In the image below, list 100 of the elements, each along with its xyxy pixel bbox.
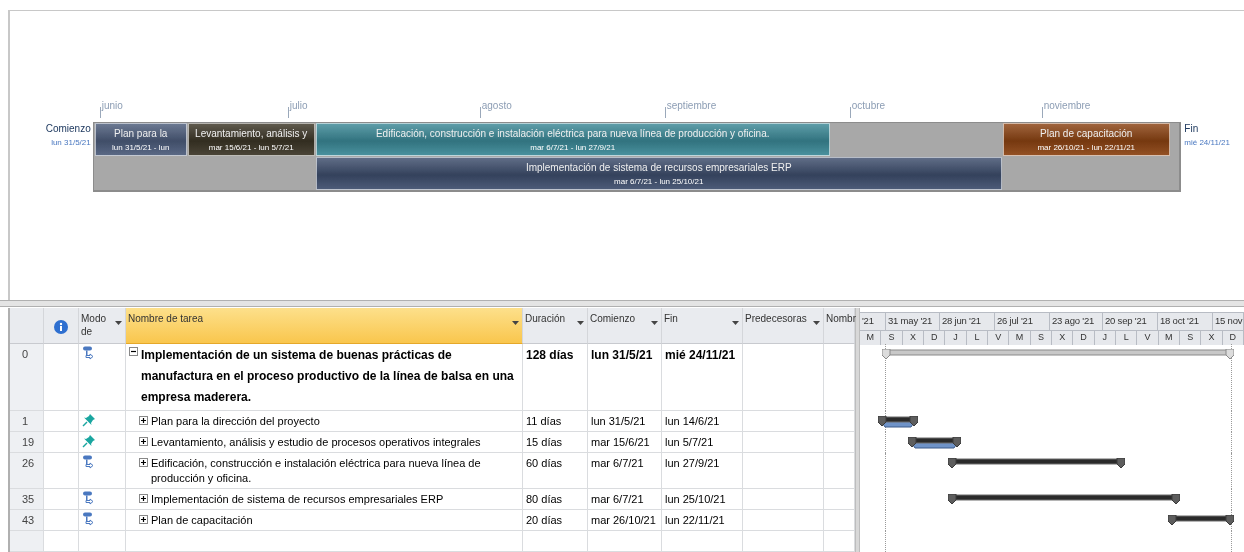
bar-dates: lun 31/5/21 - lun <box>112 142 170 152</box>
column-header[interactable]: Fin <box>662 308 743 344</box>
timescale-label: J <box>945 331 967 345</box>
splitter[interactable] <box>855 308 860 344</box>
bar-dates: mar 6/7/21 - lun 25/10/21 <box>614 176 704 186</box>
task-mode-icon <box>82 455 94 469</box>
timescale-label: D <box>1222 331 1244 345</box>
month-label: agosto <box>481 100 512 111</box>
bar-title: Edificación, construcción e instalación eléctrica para nueva línea de producción y oficina. <box>375 127 770 139</box>
timeline-bar[interactable]: Implementación de sistema de recursos empresariales ERP mar 6/7/21 - lun 25/10/21 <box>315 157 1002 190</box>
dropdown-icon <box>732 321 739 325</box>
table-cell: lun 25/10/21 <box>662 489 743 510</box>
timescale-label: V <box>1137 331 1159 345</box>
expand-icon[interactable] <box>139 458 148 467</box>
task-name: Edificación, construcción e instalación eléctrica para nueva línea de producción y oficina. <box>151 456 482 486</box>
timescale-label: X <box>1051 331 1074 345</box>
start-label: Comienzo <box>45 123 91 134</box>
timescale-label: D <box>1073 331 1095 345</box>
end-date: mié 24/11/21 <box>1184 138 1231 147</box>
task-name: Implementación de un sistema de buenas prácticas de manufactura en el proceso productivo de la línea de balsa en una empresa maderera. <box>141 347 515 406</box>
timescale-label: J <box>1094 331 1116 345</box>
expand-icon[interactable] <box>139 437 148 446</box>
corner-header <box>10 308 44 344</box>
column-header[interactable]: Predecesoras <box>743 308 824 344</box>
end-label: Fin <box>1184 123 1200 134</box>
row-number: 26 <box>10 453 44 489</box>
table-cell: mar 6/7/21 <box>588 489 662 510</box>
table-cell <box>523 531 588 552</box>
month-label: octubre <box>851 100 886 111</box>
bar-dates: mar 15/6/21 - lun 5/7/21 <box>208 142 294 152</box>
timescale-label: X <box>1201 331 1223 345</box>
table-cell: lun 22/11/21 <box>662 510 743 531</box>
table-cell: lun 14/6/21 <box>662 411 743 432</box>
table-cell: lun 31/5/21 <box>588 344 662 411</box>
timescale-label: M <box>1158 331 1180 345</box>
timescale-label: M <box>860 331 882 345</box>
summary-bar <box>908 437 961 449</box>
table-cell: 128 días <box>523 344 588 411</box>
timeline-bar[interactable]: Plan de capacitación mar 26/10/21 - lun 22/11/21 <box>1002 123 1170 156</box>
expand-icon[interactable] <box>139 416 148 425</box>
column-header[interactable]: Comienzo <box>588 308 662 344</box>
dropdown-icon <box>115 321 122 325</box>
timescale-label: L <box>966 331 988 345</box>
timeline-bar[interactable]: Levantamiento, análisis y mar 15/6/21 - lun 5/7/21 <box>187 123 315 156</box>
collapse-icon[interactable] <box>129 347 138 356</box>
month-label: julio <box>289 100 308 111</box>
timescale-label: 15 nov <box>1213 313 1244 330</box>
column-header[interactable]: Duración <box>523 308 588 344</box>
table-cell: lun 27/9/21 <box>662 453 743 489</box>
month-label: septiembre <box>666 100 717 111</box>
task-mode-icon <box>82 491 94 505</box>
bar-dates: mar 26/10/21 - lun 22/11/21 <box>1037 142 1136 152</box>
dropdown-icon <box>512 321 519 325</box>
column-header[interactable] <box>44 308 79 344</box>
task-mode-icon <box>82 512 94 526</box>
column-header[interactable]: Nombr <box>824 308 855 344</box>
expand-icon[interactable] <box>139 515 148 524</box>
task-name: Implementación de sistema de recursos empresariales ERP <box>151 492 445 507</box>
month-label: junio <box>101 100 123 111</box>
summary-bar <box>878 416 918 428</box>
row-number: 43 <box>10 510 44 531</box>
timescale-label: 26 jul '21 <box>995 313 1050 330</box>
table-cell: 15 días <box>523 432 588 453</box>
column-header[interactable]: Modo de <box>79 308 126 344</box>
expand-icon[interactable] <box>139 494 148 503</box>
pane-splitter[interactable] <box>0 300 1244 307</box>
table-cell: 20 días <box>523 510 588 531</box>
bar-title: Plan para la <box>114 127 168 139</box>
pushpin-icon <box>82 434 96 448</box>
timescale-label: S <box>881 331 903 345</box>
dropdown-icon <box>813 321 820 325</box>
table-cell <box>44 531 79 552</box>
timescale-label: 20 sep '21 <box>1103 313 1158 330</box>
timescale-label: 28 jun '21 <box>940 313 995 330</box>
row-number: 19 <box>10 432 44 453</box>
bar-title: Implementación de sistema de recursos empresariales ERP <box>525 161 792 173</box>
timescale-label: L <box>1115 331 1138 345</box>
timescale-label: '21 <box>860 313 886 330</box>
table-cell <box>10 531 44 552</box>
table-cell: mar 6/7/21 <box>588 453 662 489</box>
table-cell: mar 26/10/21 <box>588 510 662 531</box>
timescale-label: 31 may '21 <box>886 313 940 330</box>
table-cell: 80 días <box>523 489 588 510</box>
timescale-label: M <box>1009 331 1031 345</box>
task-name: Levantamiento, análisis y estudio de procesos operativos integrales <box>151 435 482 450</box>
timescale-label: S <box>1030 331 1052 345</box>
row-number: 35 <box>10 489 44 510</box>
splitter[interactable] <box>855 531 860 552</box>
bar-title: Levantamiento, análisis y <box>195 127 308 139</box>
table-cell: mié 24/11/21 <box>662 344 743 411</box>
timescale-label: X <box>902 331 924 345</box>
column-header[interactable]: Nombre de tarea <box>126 308 523 344</box>
table-cell: lun 31/5/21 <box>588 411 662 432</box>
timeline-bar[interactable]: Plan para la lun 31/5/21 - lun <box>94 123 187 156</box>
timeline-bar[interactable]: Edificación, construcción e instalación eléctrica para nueva línea de producción y oficina. mar 6/7/21 - lun 27/9/21 <box>315 123 830 156</box>
row-number: 1 <box>10 411 44 432</box>
table-cell: mar 15/6/21 <box>588 432 662 453</box>
pushpin-icon <box>82 413 96 427</box>
task-mode-icon <box>82 346 94 360</box>
table-cell: 60 días <box>523 453 588 489</box>
